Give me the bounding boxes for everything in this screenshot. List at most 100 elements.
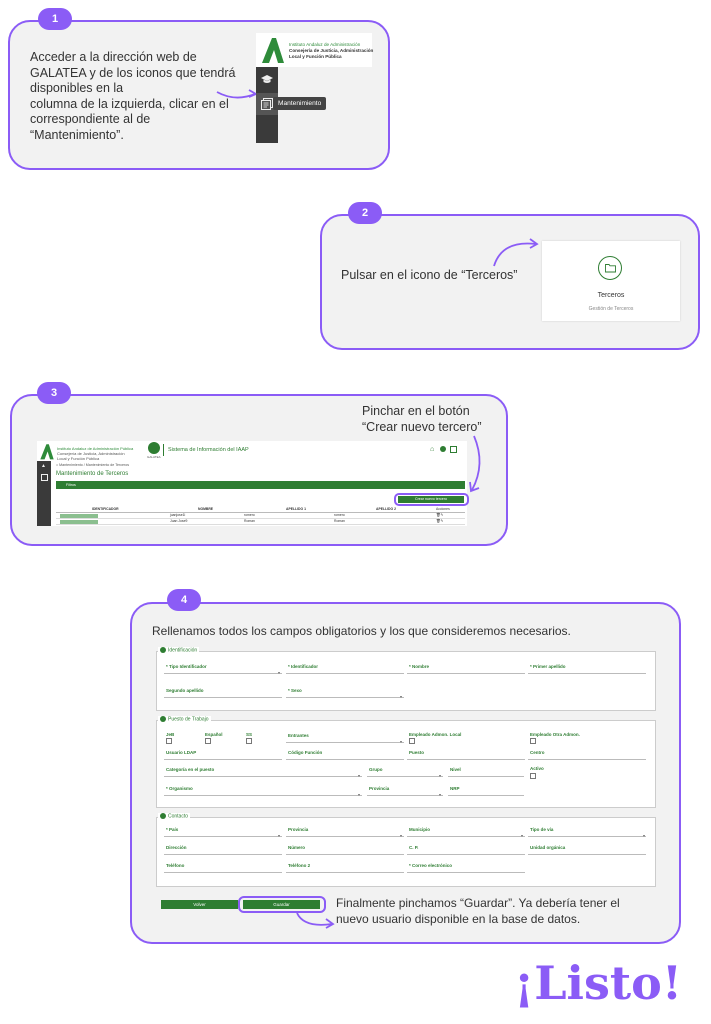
galatea-logo-text: GALATEA [147,455,161,459]
puesto-input[interactable] [407,759,525,760]
field-label: Teléfono 2 [288,863,311,868]
step4-arrow-icon [296,912,335,929]
back-button[interactable]: Volver [161,900,238,909]
terceros-title: Terceros [597,292,625,299]
section-identificacion [156,651,656,711]
column-header[interactable]: IDENTIFICADOR [92,507,119,511]
chevron-down-icon: ▾ [439,792,442,797]
chevron-down-icon: ▾ [400,739,403,744]
mini-document-list-icon[interactable] [41,474,48,481]
row-id-cell [60,513,98,518]
centro-input[interactable] [528,759,646,760]
column-header[interactable]: NOMBRE [198,507,213,511]
home-icon[interactable]: ⌂ [430,446,434,453]
nivel-input[interactable] [448,776,524,777]
sexo-select[interactable] [286,697,404,698]
field-label: Activo [530,766,544,771]
junta-logo-icon [40,444,54,460]
row-actions[interactable]: 🗑✎ [436,513,444,517]
chevron-down-icon: ▾ [400,694,403,699]
logo-org-line: Local y Función Pública [289,54,342,59]
ss-checkbox[interactable] [246,738,252,744]
unidad-organica-input[interactable] [528,854,646,855]
codigo-postal-input[interactable] [407,854,525,855]
telefono2-input[interactable] [286,872,404,873]
tipo-via-select[interactable] [528,836,646,837]
user-icon[interactable] [440,446,446,452]
tipo-identificador-select[interactable] [164,673,282,674]
column-header[interactable]: APELLIDO 2 [376,507,396,511]
document-list-icon [261,98,273,110]
terceros-tile[interactable]: Terceros Gestión de Terceros [542,241,680,321]
checkbox-label: SS [246,732,253,737]
field-label: Segundo apellido [166,688,204,693]
entrantes-select[interactable] [286,742,404,743]
sidebar-item-formacion[interactable] [256,71,278,89]
step1-line: disponibles en la [30,81,124,95]
activo-checkbox[interactable] [530,773,536,779]
empleado-admon-local-checkbox[interactable] [409,738,415,744]
system-title: Sistema de Información del IAAP [168,447,249,453]
chevron-down-icon: ▾ [358,773,361,778]
final-line: nuevo usuario disponible en la base de d… [336,911,581,926]
logout-icon[interactable] [450,446,457,453]
field-label: Nivel [450,767,461,772]
filter-bar[interactable]: Filtros [56,481,465,489]
nombre-input[interactable] [407,673,525,674]
field-label: Municipio [409,827,430,832]
usuario-ldap-input[interactable] [164,759,282,760]
breadcrumb-text: Mantenimiento / Mantenimiento de Tercero… [59,463,130,467]
row-id-cell [60,519,98,524]
field-label: Puesto [409,750,425,755]
mini-graduation-cap-icon[interactable]: ▲ [41,463,46,469]
row-cell: romero [244,513,255,517]
direccion-input[interactable] [164,854,282,855]
field-label: Empleado Otra Admon. [530,732,580,737]
step3-line: Pinchar en el botón [362,404,470,418]
graduation-cap-icon [261,75,273,83]
step4-title: Rellenamos todos los campos obligatorios… [152,624,571,638]
column-header[interactable]: APELLIDO 1 [286,507,306,511]
chevron-down-icon: ▾ [278,670,281,675]
terceros-subtitle: Gestión de Terceros [588,306,634,312]
chevron-down-icon: ▾ [643,833,646,838]
logo-org-line: Consejería de Justicia, Administración [289,48,374,53]
breadcrumb: ⌂ Mantenimiento / Mantenimiento de Terce… [56,463,130,467]
empleado-otra-admon-checkbox[interactable] [530,738,536,744]
municipio-select[interactable] [407,836,525,837]
field-label: Dirección [166,845,187,850]
row-actions[interactable]: 🗑✎ [436,519,444,523]
telefono-input[interactable] [164,872,282,873]
step3-line: “Crear nuevo tercero” [362,419,482,434]
jeb-checkbox[interactable] [166,738,172,744]
field-label: * País [166,827,179,832]
field-label: NRP [450,786,460,791]
provincia-select[interactable] [367,795,443,796]
field-label: C. P. [409,845,419,850]
field-label: Usuario LDAP [166,750,197,755]
chevron-down-icon: ▾ [400,833,403,838]
provincia-contacto-select[interactable] [286,836,404,837]
pais-select[interactable] [164,836,282,837]
identificador-input[interactable] [286,673,404,674]
field-label: * Organismo [166,786,193,791]
table-row[interactable]: Juan Jose9 Roman Roman 🗑✎ [56,519,465,525]
field-label: * Identificador [288,664,319,669]
section-contacto [156,817,656,887]
grupo-select[interactable] [367,776,443,777]
primer-apellido-input[interactable] [528,673,646,674]
numero-input[interactable] [286,854,404,855]
header-divider [163,444,164,456]
field-label: Entrantes [288,733,309,738]
chevron-down-icon: ▾ [278,833,281,838]
codigo-funcion-input[interactable] [286,759,404,760]
final-line: Finalmente pinchamos “Guardar”. Ya deber… [336,896,620,910]
correo-input[interactable] [407,872,525,873]
nrp-input[interactable] [448,795,524,796]
checkbox-label: JeB [166,732,175,737]
categoria-select[interactable] [164,776,362,777]
organismo-select[interactable] [164,795,362,796]
segundo-apellido-input[interactable] [164,697,282,698]
folder-icon [605,264,616,273]
espanol-checkbox[interactable] [205,738,211,744]
